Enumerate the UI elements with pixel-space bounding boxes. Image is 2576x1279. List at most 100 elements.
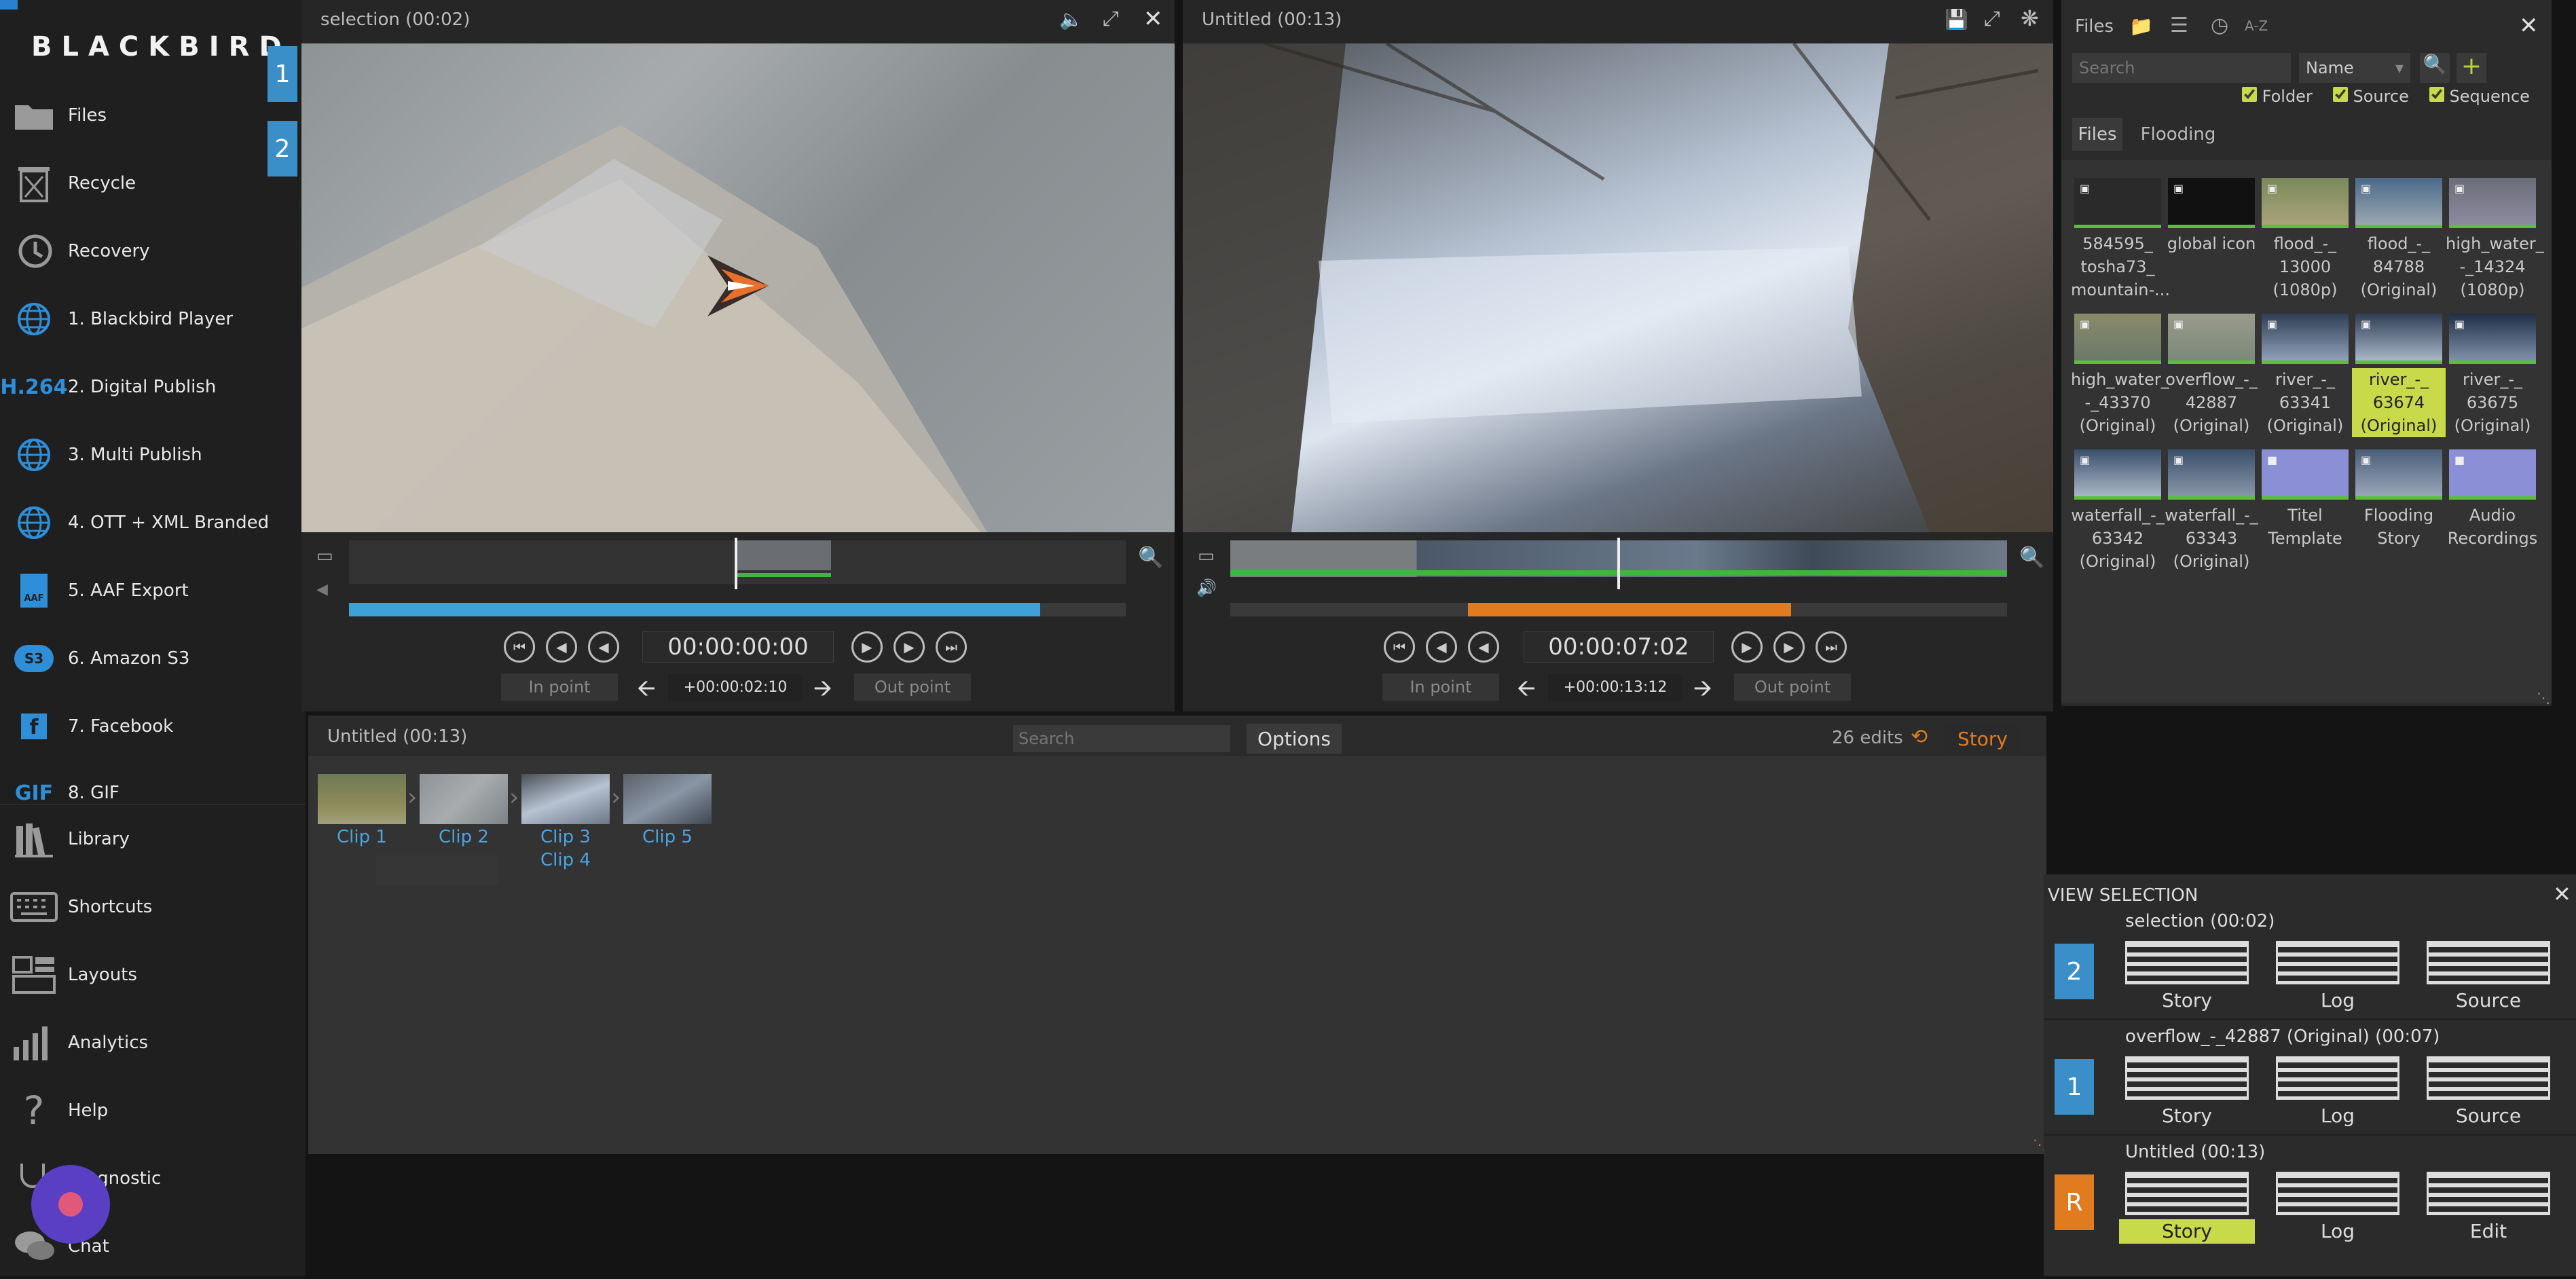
options-button[interactable]: Options xyxy=(1247,724,1342,754)
file-label[interactable]: waterfall_-_ 63342 (Original) xyxy=(2071,504,2165,573)
monitor-icon[interactable]: ▭ xyxy=(1198,546,1215,566)
expand-icon[interactable]: ⤢ xyxy=(1984,7,2000,31)
sidebar-item-aaf-export[interactable]: AAF 5. AAF Export xyxy=(0,558,306,623)
search-icon[interactable]: 🔍 xyxy=(2420,53,2450,83)
clip-thumbnail[interactable] xyxy=(623,774,712,824)
zoom-icon[interactable]: 🔍 xyxy=(1138,546,1163,570)
timeline-track-right[interactable] xyxy=(1230,538,2007,589)
filter-sequence[interactable]: Sequence xyxy=(2429,87,2530,106)
source-view-button[interactable]: Source xyxy=(2421,988,2556,1013)
sidebar-item-digital-publish[interactable]: H.264 2. Digital Publish xyxy=(0,354,306,420)
tab-flooding[interactable]: Flooding xyxy=(2136,118,2220,151)
file-thumbnail[interactable]: ▣ xyxy=(2355,314,2442,364)
save-icon[interactable]: 💾 xyxy=(1945,8,1968,31)
play-button[interactable]: ▶ xyxy=(1731,631,1763,663)
volume-icon[interactable]: 🔈 xyxy=(1059,8,1084,33)
view-badge[interactable]: 2 xyxy=(2055,944,2094,999)
clip-thumbnail[interactable] xyxy=(318,774,406,824)
file-thumbnail[interactable]: ▣ xyxy=(2262,314,2349,364)
view-badge[interactable]: R xyxy=(2055,1174,2094,1230)
close-icon[interactable]: ✕ xyxy=(1143,5,1168,33)
clip-label[interactable]: Clip 5 xyxy=(623,827,712,847)
story-view-icon[interactable] xyxy=(2125,1056,2249,1100)
sidebar-item-multi-publish[interactable]: 3. Multi Publish xyxy=(0,422,306,487)
sidebar-item-analytics[interactable]: Analytics xyxy=(0,1010,306,1075)
step-forward-button[interactable]: ▶ xyxy=(1773,631,1805,663)
log-view-button[interactable]: Log xyxy=(2270,1219,2406,1244)
file-thumbnail[interactable]: ▣ xyxy=(2262,178,2349,228)
folder-thumbnail[interactable]: ■ xyxy=(2262,449,2349,500)
progress-track-left[interactable] xyxy=(349,603,1126,616)
story-view-icon[interactable] xyxy=(2125,941,2249,984)
file-label[interactable]: high_water_ -_14324 (1080p) xyxy=(2446,232,2544,301)
story-view-button[interactable]: Story xyxy=(2119,1104,2255,1128)
clock-icon[interactable]: ◷ xyxy=(2211,14,2228,37)
sidebar-item-help[interactable]: ? Help xyxy=(0,1078,306,1143)
file-thumbnail[interactable]: ▣ xyxy=(2168,314,2255,364)
zoom-icon[interactable]: 🔍 xyxy=(2019,546,2044,570)
sidebar-item-shortcuts[interactable]: Shortcuts xyxy=(0,874,306,940)
sidebar-item-library[interactable]: Library xyxy=(0,807,306,872)
in-point-button[interactable]: In point xyxy=(1382,673,1499,701)
log-view-icon[interactable] xyxy=(2276,1056,2399,1100)
file-thumbnail[interactable]: ▣ xyxy=(2449,178,2536,228)
list-view-icon[interactable]: ☰ xyxy=(2170,14,2188,37)
close-icon[interactable]: ✕ xyxy=(2519,12,2539,39)
out-point-button[interactable]: Out point xyxy=(1734,673,1851,701)
arrow-right-icon[interactable]: 🡪 xyxy=(1693,672,1712,711)
sidebar-item-ott-xml-branded[interactable]: 4. OTT + XML Branded xyxy=(0,490,306,555)
out-point-button[interactable]: Out point xyxy=(854,673,971,701)
file-thumbnail[interactable]: ▣ xyxy=(2355,449,2442,500)
record-button[interactable] xyxy=(31,1165,110,1244)
file-thumbnail[interactable]: ▣ xyxy=(2449,314,2536,364)
play-button[interactable]: ▶ xyxy=(851,631,883,663)
history-icon[interactable]: ⟲ xyxy=(1911,725,1928,749)
file-label[interactable]: river_-_ 63675 (Original) xyxy=(2446,368,2539,437)
sidebar-item-layouts[interactable]: Layouts xyxy=(0,942,306,1007)
sort-az-label[interactable]: A-Z xyxy=(2245,18,2268,34)
log-view-icon[interactable] xyxy=(2276,1172,2399,1215)
go-end-button[interactable]: ⏭ xyxy=(1816,631,1847,663)
sort-select[interactable]: Name ▾ xyxy=(2299,53,2410,83)
story-mode-button[interactable]: Story xyxy=(1945,724,2021,754)
story-view-button[interactable]: Story xyxy=(2119,988,2255,1013)
clip-label[interactable]: Clip 2 xyxy=(420,827,508,847)
edit-view-button[interactable]: Edit xyxy=(2421,1219,2556,1244)
timecode-display[interactable]: 00:00:07:02 xyxy=(1524,631,1714,663)
go-start-button[interactable]: ⏮ xyxy=(1384,631,1415,663)
file-thumbnail[interactable]: ▣ xyxy=(2168,178,2255,228)
source-view-icon[interactable] xyxy=(2427,1056,2550,1100)
arrow-right-icon[interactable]: 🡪 xyxy=(813,672,832,711)
file-label[interactable]: 584595_ tosha73_ mountain-... xyxy=(2071,232,2170,301)
clip-thumbnail[interactable] xyxy=(420,774,508,824)
progress-track-right[interactable] xyxy=(1230,603,2007,616)
step-forward-button[interactable]: ▶ xyxy=(894,631,925,663)
go-end-button[interactable]: ⏭ xyxy=(936,631,967,663)
folder-thumbnail[interactable]: ■ xyxy=(2449,449,2536,500)
sidebar-item-recycle[interactable]: Recycle xyxy=(0,151,306,216)
log-view-icon[interactable] xyxy=(2276,941,2399,984)
file-label[interactable]: flood_-_ 84788 (Original) xyxy=(2352,232,2446,301)
file-label[interactable]: Titel Template xyxy=(2258,504,2352,550)
video-frame-left[interactable] xyxy=(301,43,1175,532)
expand-icon[interactable]: ⤢ xyxy=(1103,7,1127,31)
folder-view-icon[interactable]: 📁 xyxy=(2129,15,2153,37)
log-view-button[interactable]: Log xyxy=(2270,1104,2406,1128)
go-start-button[interactable]: ⏮ xyxy=(504,631,535,663)
in-point-button[interactable]: In point xyxy=(501,673,618,701)
file-thumbnail[interactable]: ▣ xyxy=(2074,314,2161,364)
reverse-play-button[interactable]: ◀ xyxy=(1468,631,1499,663)
file-label[interactable]: river_-_ 63674 (Original) xyxy=(2352,368,2446,437)
arrow-left-icon[interactable]: 🡨 xyxy=(1517,672,1536,711)
add-icon[interactable]: + xyxy=(2457,53,2486,83)
file-thumbnail[interactable]: ▣ xyxy=(2168,449,2255,500)
file-label[interactable]: Flooding Story xyxy=(2352,504,2446,550)
story-view-button[interactable]: Story xyxy=(2119,1219,2255,1244)
sidebar-item-facebook[interactable]: f 7. Facebook xyxy=(0,694,306,759)
clip-label[interactable]: Clip 4 xyxy=(521,850,610,870)
file-thumbnail[interactable]: ▣ xyxy=(2074,178,2161,228)
files-search-input[interactable] xyxy=(2072,53,2291,83)
timecode-display[interactable]: 00:00:00:00 xyxy=(642,631,834,663)
timeline-track-left[interactable] xyxy=(349,538,1126,589)
sidebar-item-files[interactable]: Files xyxy=(0,83,306,148)
